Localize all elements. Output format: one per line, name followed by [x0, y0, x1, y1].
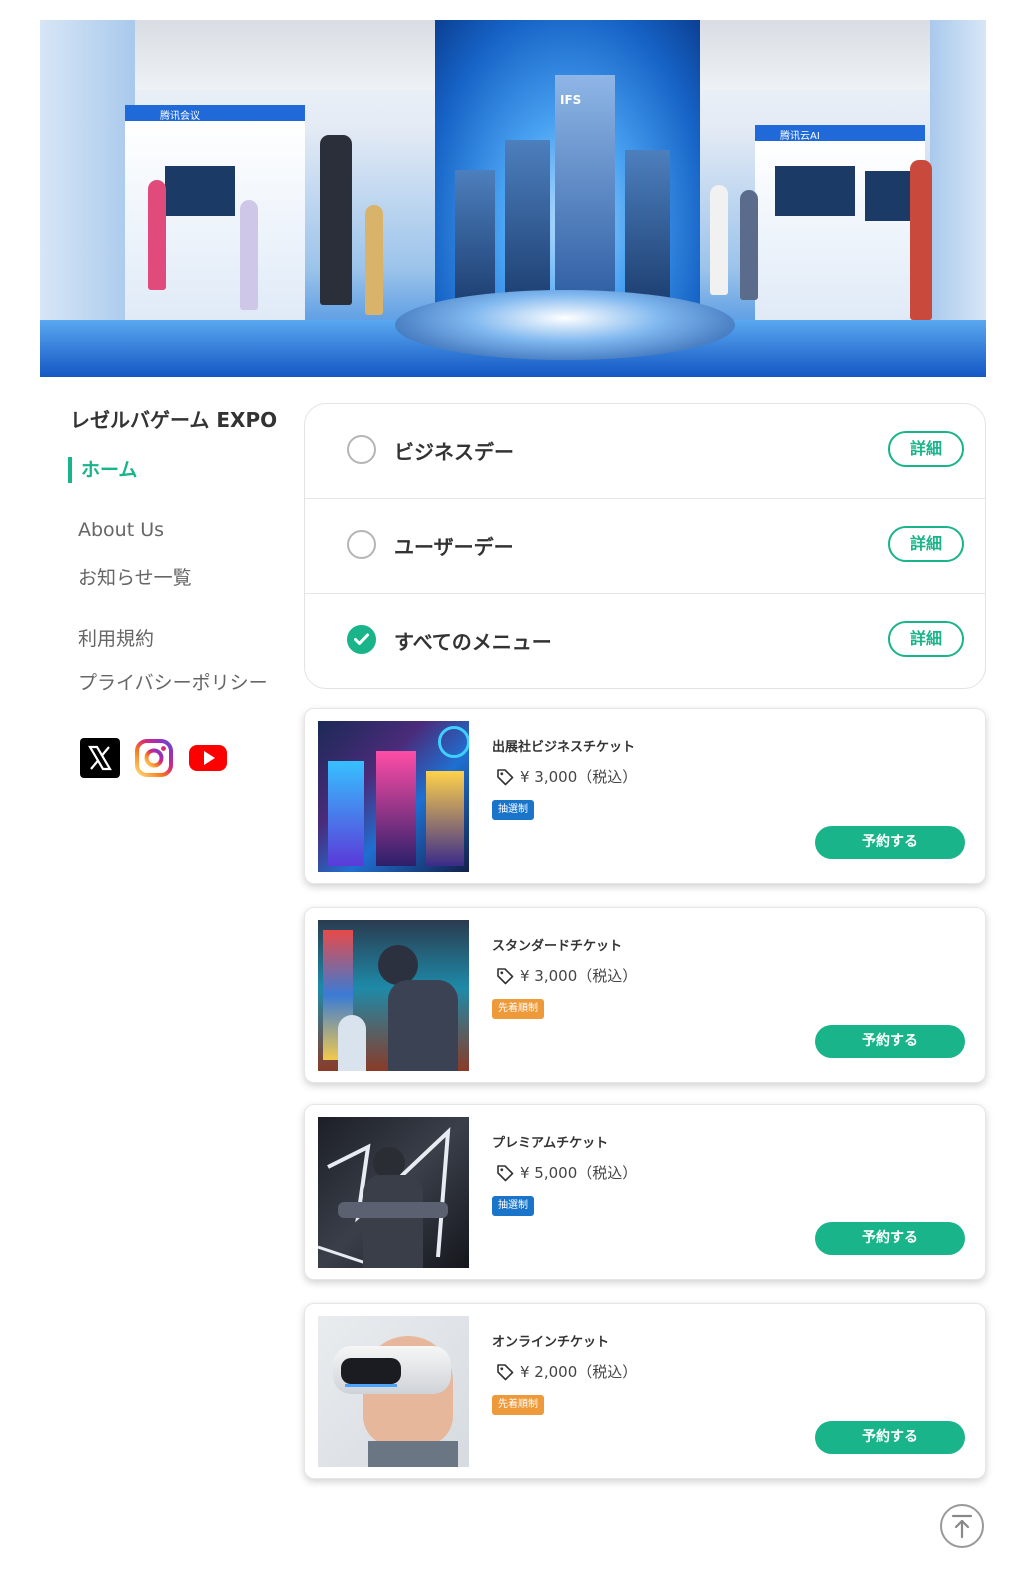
filter-label: ビジネスデー	[394, 440, 514, 464]
reserve-button[interactable]: 予約する	[815, 1222, 965, 1255]
ticket-name: スタンダードチケット	[492, 939, 623, 954]
vr-visor	[341, 1358, 401, 1384]
tag-icon	[497, 1363, 514, 1380]
arcade-cabinet	[376, 751, 416, 866]
radio-button[interactable]	[347, 530, 376, 559]
ticket-card: 出展社ビジネスチケット ¥ 3,000（税込） 抽選制 予約する	[304, 708, 986, 884]
arrow-up-icon	[951, 1514, 973, 1539]
hero-visitor	[910, 160, 932, 320]
hero-screen-left	[165, 166, 235, 216]
hero-visitor	[740, 190, 758, 300]
ticket-name: プレミアムチケット	[492, 1136, 609, 1151]
nav-item-label: ホーム	[81, 459, 138, 481]
ticket-badge-first-come: 先着順制	[492, 1395, 544, 1415]
ticket-price: ¥ 3,000（税込）	[520, 967, 638, 985]
tag-icon	[497, 1164, 514, 1181]
ticket-badge-first-come: 先着順制	[492, 999, 544, 1019]
youtube-icon[interactable]	[188, 738, 228, 778]
ticket-card: スタンダードチケット ¥ 3,000（税込） 先着順制 予約する	[304, 907, 986, 1083]
ticket-badge-lottery: 抽選制	[492, 1196, 534, 1216]
hero-image: 腾讯会议 腾讯云AI IFS	[40, 20, 986, 377]
ticket-price-row: ¥ 5,000（税込）	[496, 1162, 637, 1183]
child-figure	[338, 1015, 366, 1071]
ticket-name: 出展社ビジネスチケット	[492, 740, 636, 755]
ticket-card: プレミアムチケット ¥ 5,000（税込） 抽選制 予約する	[304, 1104, 986, 1280]
reserve-button[interactable]: 予約する	[815, 1025, 965, 1058]
tag-icon	[497, 967, 514, 984]
instagram-icon[interactable]	[134, 738, 174, 778]
hero-visitor	[240, 200, 258, 310]
child-shirt	[368, 1441, 458, 1467]
filter-option-user-day[interactable]: ユーザーデー 詳細	[305, 499, 985, 594]
hero-right-pillar	[930, 20, 986, 330]
hero-building-2	[505, 140, 550, 310]
filter-label: ユーザーデー	[394, 535, 514, 559]
nav-item-home[interactable]: ホーム	[68, 457, 137, 483]
ticket-price: ¥ 3,000（税込）	[520, 768, 638, 786]
hero-right-booth: 腾讯云AI	[755, 125, 925, 321]
social-links	[80, 738, 228, 778]
tag-icon	[497, 768, 514, 785]
day-filter: ビジネスデー 詳細 ユーザーデー 詳細 すべてのメニュー 詳細	[304, 403, 986, 689]
detail-button[interactable]: 詳細	[888, 621, 964, 657]
ticket-price-row: ¥ 2,000（税込）	[496, 1361, 637, 1382]
ticket-image-vr-shooter[interactable]	[318, 1117, 469, 1268]
ticket-name: オンラインチケット	[492, 1335, 610, 1350]
ticket-badge-lottery: 抽選制	[492, 800, 534, 820]
hero-building-4	[625, 150, 670, 310]
reserve-button[interactable]: 予約する	[815, 826, 965, 859]
reserve-button[interactable]: 予約する	[815, 1421, 965, 1454]
ticket-price: ¥ 2,000（税込）	[520, 1363, 638, 1381]
vr-gun	[338, 1202, 448, 1218]
detail-button[interactable]: 詳細	[888, 526, 964, 562]
ticket-image-arcade-machines[interactable]	[318, 721, 469, 872]
person-head	[378, 945, 418, 985]
hero-building-1	[455, 170, 495, 310]
hero-visitor	[148, 180, 166, 290]
nav-item-news[interactable]: お知らせ一覧	[78, 563, 192, 590]
hero-building-3: IFS	[555, 75, 615, 310]
hero-visitor	[320, 135, 352, 305]
ticket-price-row: ¥ 3,000（税込）	[496, 766, 637, 787]
neon-ring	[438, 726, 469, 758]
player-body	[363, 1175, 423, 1268]
check-icon	[354, 633, 369, 645]
filter-option-all-menu[interactable]: すべてのメニュー 詳細	[305, 594, 985, 688]
hero-left-pillar	[40, 20, 135, 340]
detail-button[interactable]: 詳細	[888, 431, 964, 467]
nav-item-about-us[interactable]: About Us	[78, 519, 164, 541]
hero-display-base	[395, 290, 735, 360]
ticket-image-people-arcade[interactable]	[318, 920, 469, 1071]
x-icon[interactable]	[80, 738, 120, 778]
radio-button[interactable]	[347, 435, 376, 464]
site-title: レゼルバゲーム EXPO	[70, 408, 278, 432]
hero-screen-right	[775, 166, 855, 216]
arcade-cabinet	[328, 761, 364, 866]
ticket-price: ¥ 5,000（税込）	[520, 1164, 638, 1182]
filter-option-business-day[interactable]: ビジネスデー 詳細	[305, 404, 985, 499]
back-to-top-button[interactable]	[940, 1504, 984, 1548]
vr-light	[345, 1384, 397, 1387]
ticket-card: オンラインチケット ¥ 2,000（税込） 先着順制 予約する	[304, 1303, 986, 1479]
ticket-image-child-vr[interactable]	[318, 1316, 469, 1467]
nav-item-terms[interactable]: 利用規約	[78, 624, 154, 651]
ticket-price-row: ¥ 3,000（税込）	[496, 965, 637, 986]
hero-sign-left: 腾讯会议	[160, 111, 200, 122]
hero-sign-right: 腾讯云AI	[780, 131, 820, 142]
hero-visitor	[710, 185, 728, 295]
vr-headset	[333, 1346, 451, 1394]
hero-ifs-sign: IFS	[560, 93, 582, 107]
arcade-cabinet	[426, 771, 464, 866]
nav-item-privacy-policy[interactable]: プライバシーポリシー	[78, 668, 268, 695]
filter-label: すべてのメニュー	[394, 630, 552, 654]
radio-button-checked[interactable]	[347, 625, 376, 654]
person-body	[388, 980, 458, 1071]
hero-visitor	[365, 205, 383, 315]
